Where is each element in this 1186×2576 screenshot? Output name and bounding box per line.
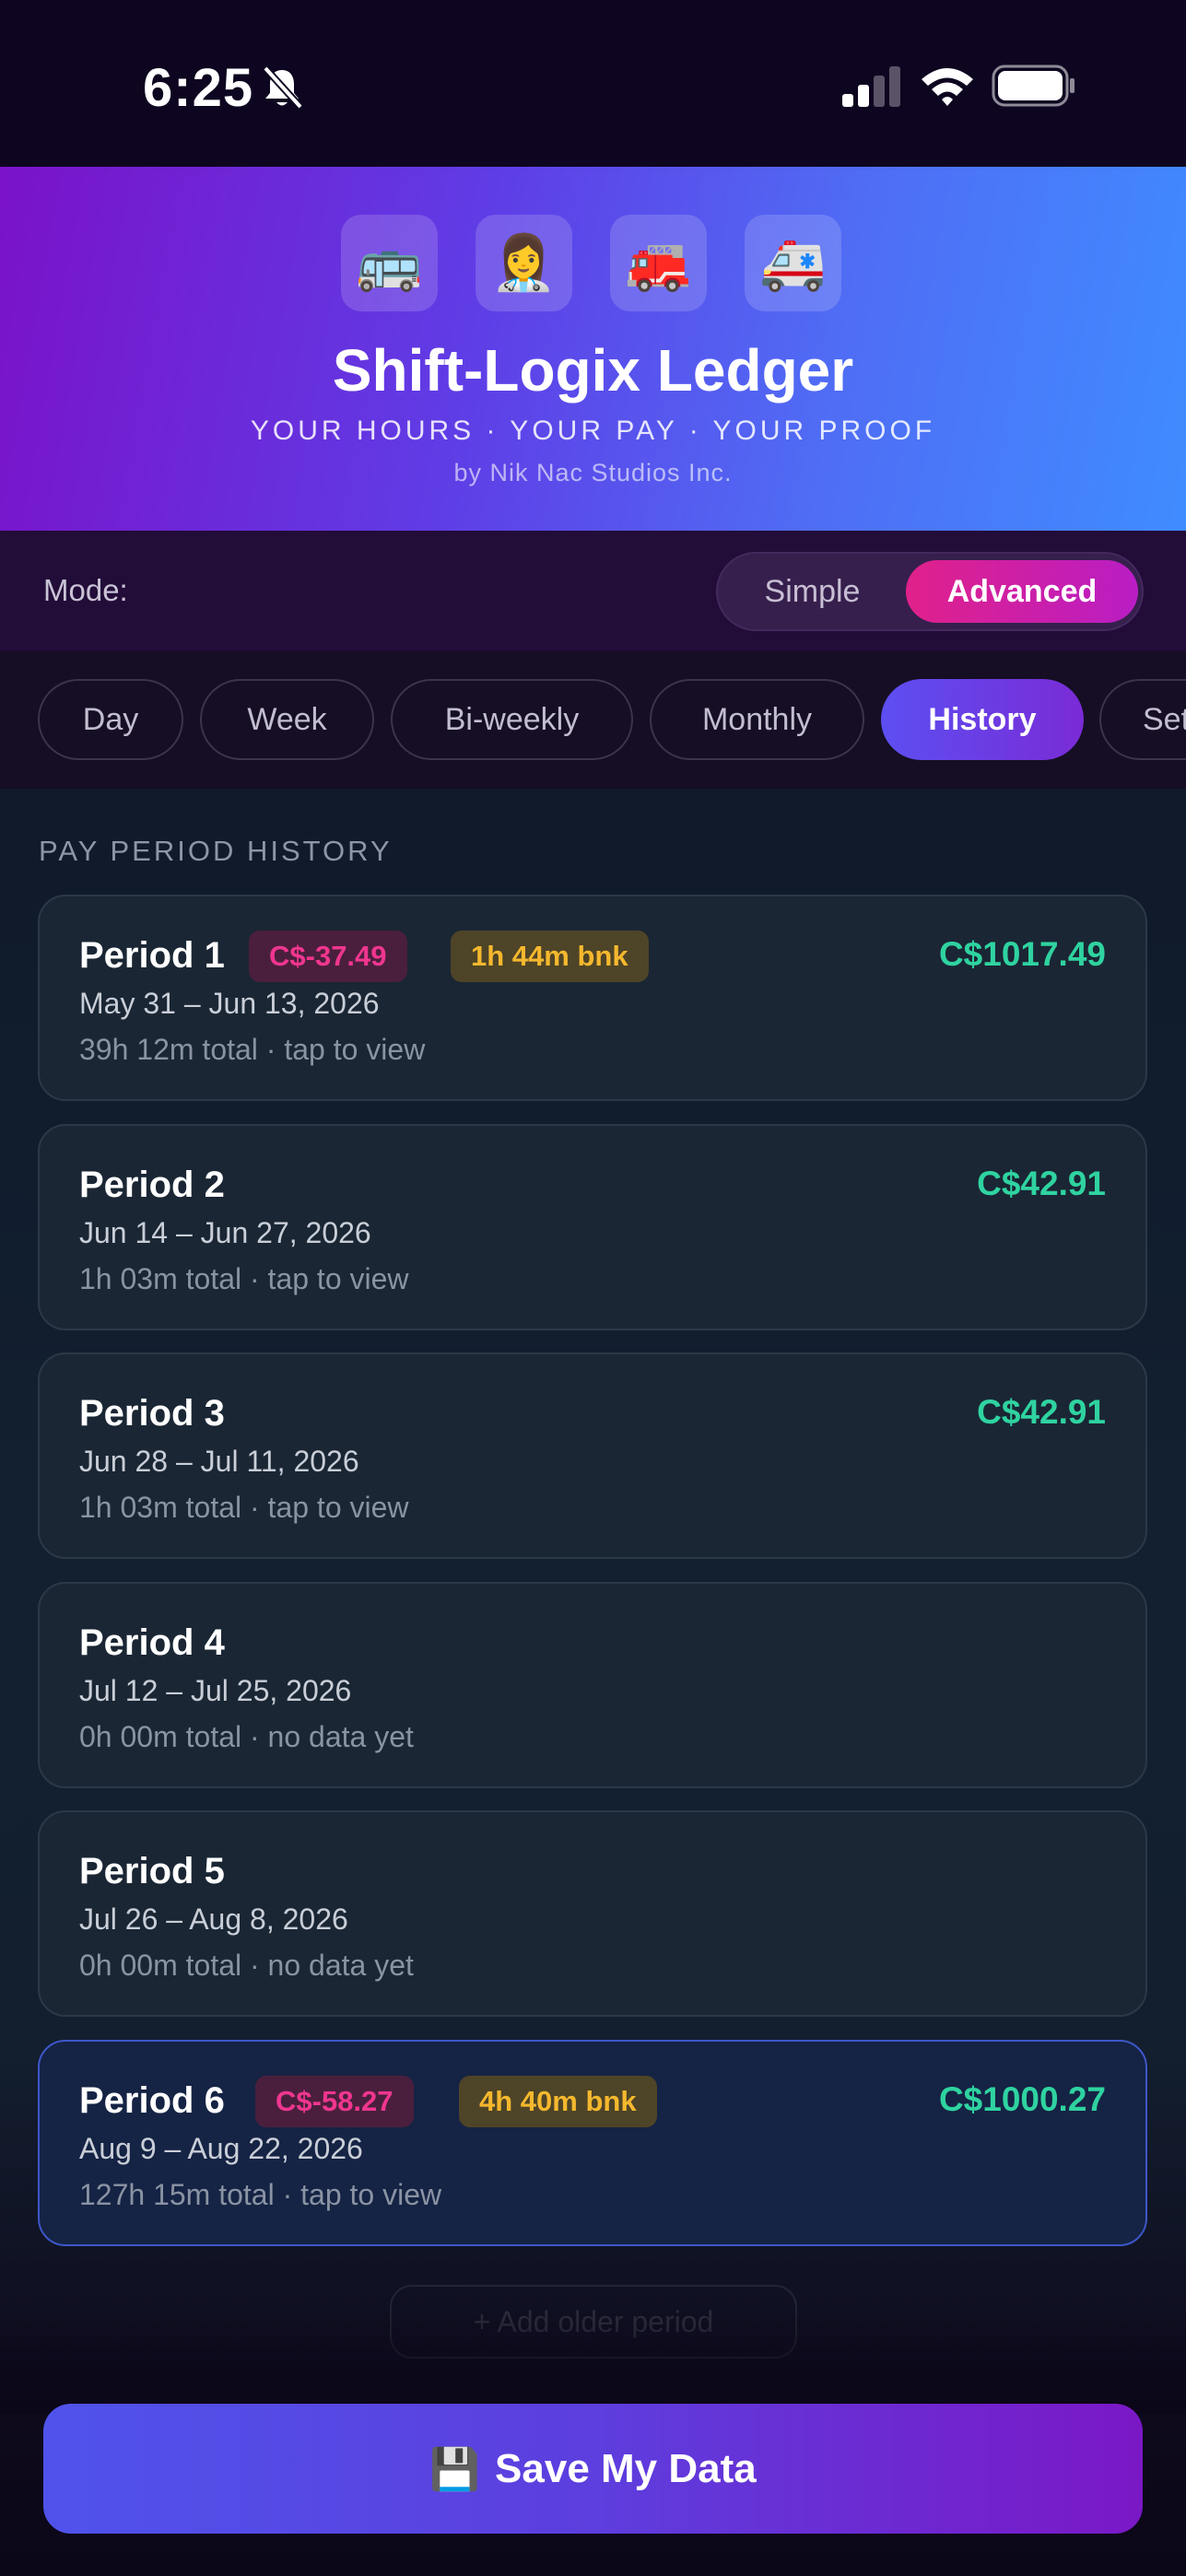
period-amount: C$42.91 (977, 1165, 1106, 1202)
banked-hours-badge: 1h 44m bnk (451, 931, 649, 982)
cellular-signal-icon (842, 66, 900, 107)
status-bar: 6:25 (0, 0, 1186, 167)
mode-bar: Mode: Simple Advanced (0, 531, 1186, 651)
fire-engine-icon: 🚒 (610, 215, 707, 311)
banked-hours-badge: 4h 40m bnk (459, 2076, 657, 2127)
period-title: Period 6 (79, 2080, 225, 2121)
period-dates: Jul 12 – Jul 25, 2026 (79, 1674, 352, 1707)
mode-simple-option[interactable]: Simple (718, 554, 907, 629)
period-card-6[interactable]: Period 6 C$-58.27 4h 40m bnk C$1000.27 A… (38, 2040, 1147, 2246)
period-amount: C$1017.49 (938, 935, 1106, 973)
tab-week[interactable]: Week (200, 679, 374, 760)
period-card-1[interactable]: Period 1 C$-37.49 1h 44m bnk C$1017.49 M… (38, 895, 1147, 1101)
save-data-button[interactable]: 💾 Save My Data (43, 2404, 1143, 2534)
period-dates: Jul 26 – Aug 8, 2026 (79, 1903, 348, 1936)
tab-history[interactable]: History (881, 679, 1084, 760)
app-header: 🚌 👩‍⚕️ 🚒 🚑 Shift-Logix Ledger YOUR HOURS… (0, 167, 1186, 531)
period-title: Period 2 (79, 1165, 225, 1205)
wifi-icon (922, 68, 973, 106)
period-amount: C$42.91 (977, 1393, 1106, 1431)
tab-bi-weekly[interactable]: Bi-weekly (391, 679, 633, 760)
period-card-4[interactable]: Period 4 Jul 12 – Jul 25, 2026 0h 00m to… (38, 1582, 1147, 1788)
period-card-5[interactable]: Period 5 Jul 26 – Aug 8, 2026 0h 00m tot… (38, 1810, 1147, 2017)
period-title: Period 5 (79, 1851, 225, 1891)
app-title: Shift-Logix Ledger (332, 337, 854, 404)
header-icon-row: 🚌 👩‍⚕️ 🚒 🚑 (341, 215, 841, 311)
floppy-disk-icon: 💾 (429, 2446, 481, 2492)
period-card-3[interactable]: Period 3 C$42.91 Jun 28 – Jul 11, 2026 1… (38, 1352, 1147, 1559)
period-meta: 1h 03m total · tap to view (79, 1491, 409, 1524)
period-meta: 39h 12m total · tap to view (79, 1033, 426, 1066)
period-amount: C$1000.27 (938, 2080, 1106, 2118)
mode-label: Mode: (43, 573, 128, 607)
period-dates: Aug 9 – Aug 22, 2026 (79, 2132, 363, 2165)
bottom-fade (0, 2303, 1186, 2414)
period-dates: Jun 14 – Jun 27, 2026 (79, 1216, 371, 1249)
tab-settings[interactable]: Settings (1099, 679, 1186, 760)
period-meta: 0h 00m total · no data yet (79, 1949, 414, 1982)
period-card-2[interactable]: Period 2 C$42.91 Jun 14 – Jun 27, 2026 1… (38, 1124, 1147, 1330)
mode-advanced-option[interactable]: Advanced (906, 560, 1138, 623)
period-meta: 1h 03m total · tap to view (79, 1262, 409, 1295)
period-meta: 127h 15m total · tap to view (79, 2178, 442, 2211)
period-dates: May 31 – Jun 13, 2026 (79, 987, 380, 1020)
status-time: 6:25 (143, 58, 254, 118)
section-title: PAY PERIOD HISTORY (39, 835, 393, 867)
save-button-label: Save My Data (495, 2445, 757, 2491)
bell-muted-icon (263, 65, 303, 110)
bus-icon: 🚌 (341, 215, 438, 311)
period-title: Period 3 (79, 1393, 225, 1434)
period-title: Period 1 (79, 935, 225, 976)
period-dates: Jun 28 – Jul 11, 2026 (79, 1445, 359, 1478)
tab-day[interactable]: Day (38, 679, 183, 760)
app-tagline: YOUR HOURS · YOUR PAY · YOUR PROOF (250, 416, 936, 446)
view-tabs: Day Week Bi-weekly Monthly History Setti… (0, 651, 1186, 789)
pay-difference-badge: C$-37.49 (249, 931, 407, 982)
battery-icon (992, 64, 1074, 107)
app-byline: by Nik Nac Studios Inc. (453, 459, 733, 486)
pay-difference-badge: C$-58.27 (255, 2076, 414, 2127)
health-worker-icon: 👩‍⚕️ (476, 215, 572, 311)
tab-monthly[interactable]: Monthly (650, 679, 864, 760)
mode-toggle[interactable]: Simple Advanced (716, 552, 1144, 631)
ambulance-icon: 🚑 (745, 215, 841, 311)
period-title: Period 4 (79, 1622, 225, 1663)
period-meta: 0h 00m total · no data yet (79, 1720, 414, 1753)
